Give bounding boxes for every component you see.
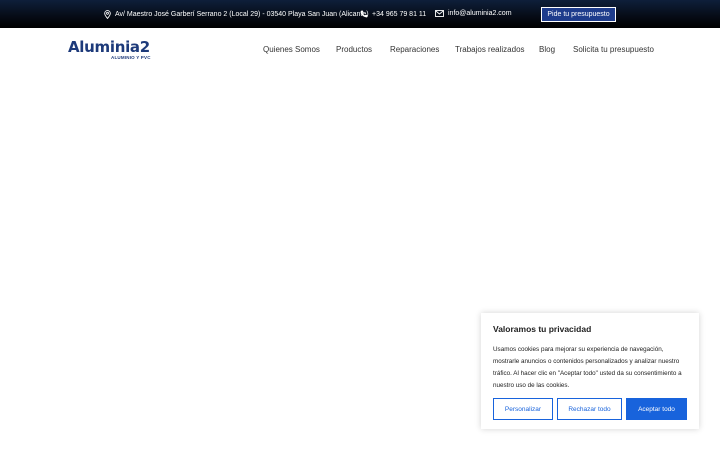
cookie-title: Valoramos tu privacidad — [493, 324, 592, 334]
email-info[interactable]: info@aluminia2.com — [435, 10, 512, 17]
nav-item-productos[interactable]: Productos — [336, 45, 372, 54]
phone-text[interactable]: +34 965 79 81 11 — [372, 11, 426, 18]
envelope-icon — [435, 10, 444, 17]
address-info: Av/ Maestro José Garberí Serrano 2 (Loca… — [104, 10, 369, 19]
quote-request-button[interactable]: Pide tu presupuesto — [541, 7, 616, 22]
email-text[interactable]: info@aluminia2.com — [448, 10, 512, 17]
customize-cookies-button[interactable]: Personalizar — [493, 398, 553, 420]
cookie-description: Usamos cookies para mejorar su experienc… — [493, 346, 682, 389]
address-text: Av/ Maestro José Garberí Serrano 2 (Loca… — [115, 11, 369, 18]
nav-item-trabajos-realizados[interactable]: Trabajos realizados — [455, 45, 525, 54]
phone-info[interactable]: +34 965 79 81 11 — [360, 10, 426, 18]
nav-item-blog[interactable]: Blog — [539, 45, 555, 54]
location-pin-icon — [104, 10, 111, 19]
nav-item-solicita-presupuesto[interactable]: Solicita tu presupuesto — [573, 45, 654, 54]
nav-item-reparaciones[interactable]: Reparaciones — [390, 45, 439, 54]
nav-item-quienes-somos[interactable]: Quienes Somos — [263, 45, 320, 54]
phone-icon — [360, 10, 368, 18]
reject-all-cookies-button[interactable]: Rechazar todo — [557, 398, 622, 420]
cookie-consent-banner: Valoramos tu privacidad Usamos cookies p… — [481, 313, 699, 429]
cookie-actions: Personalizar Rechazar todo Aceptar todo — [493, 398, 687, 420]
accept-all-cookies-button[interactable]: Aceptar todo — [626, 398, 687, 420]
main-navigation: Quienes Somos Productos Reparaciones Tra… — [0, 45, 720, 57]
top-info-bar: Av/ Maestro José Garberí Serrano 2 (Loca… — [0, 0, 720, 28]
